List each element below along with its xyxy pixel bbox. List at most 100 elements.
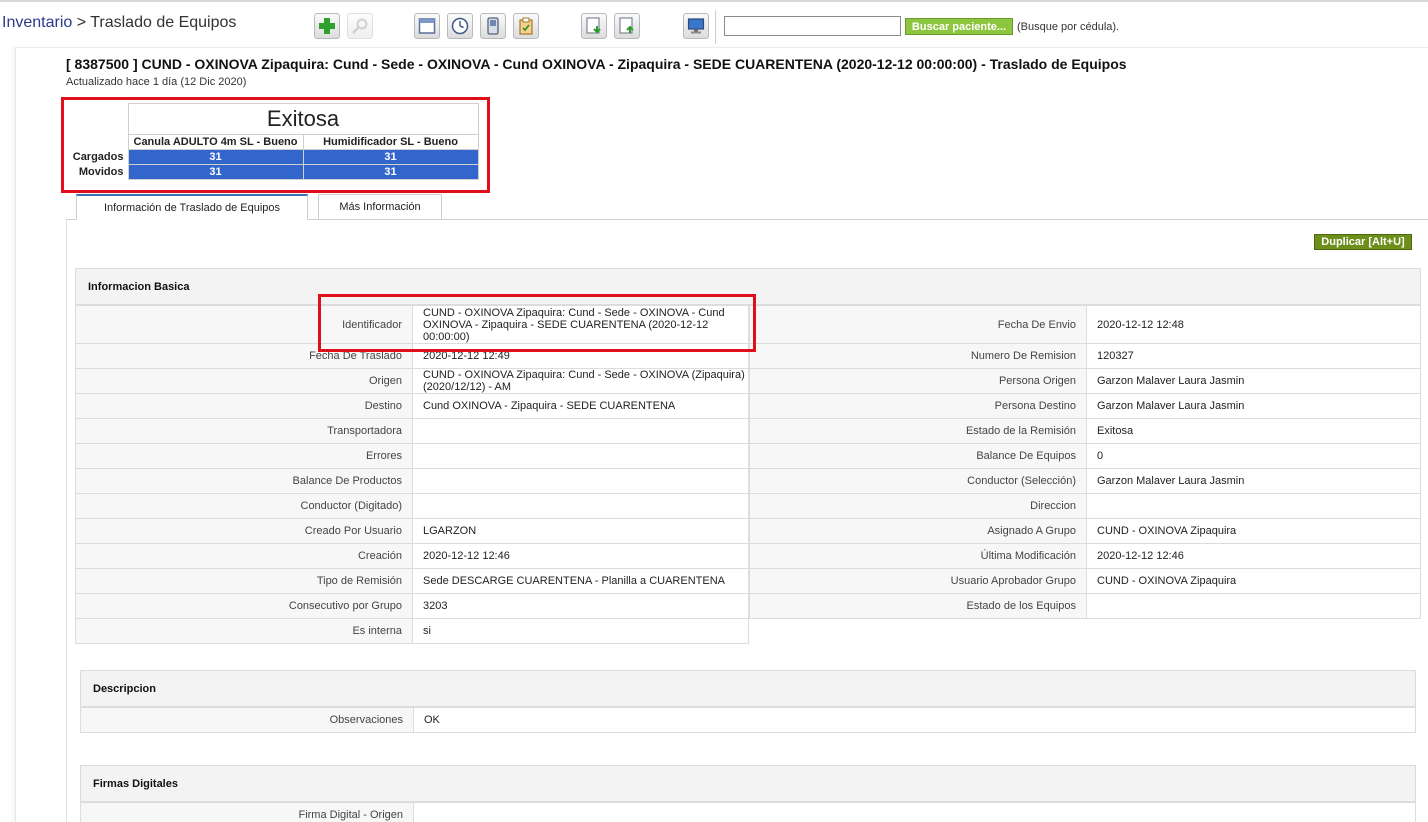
field-row: Balance De Equipos 0 <box>749 443 1421 469</box>
field-row: Origen CUND - OXINOVA Zipaquira: Cund - S… <box>75 368 749 394</box>
field-value: 3203 <box>412 593 749 619</box>
field-row: Numero De Remision 120327 <box>749 343 1421 369</box>
field-row: Conductor (Selección) Garzon Malaver Laur… <box>749 468 1421 494</box>
toolbar-separator <box>715 10 716 44</box>
breadcrumb-current: Traslado de Equipos <box>90 14 237 31</box>
mobile-icon <box>487 17 499 35</box>
summary-value: 31 <box>302 164 479 180</box>
summary-column-header: Humidificador SL - Bueno <box>302 134 479 150</box>
field-value <box>1086 593 1421 619</box>
summary-status: Exitosa <box>127 103 479 135</box>
field-value: Exitosa <box>1086 418 1421 444</box>
field-value: Garzon Malaver Laura Jasmin <box>1086 468 1421 494</box>
history-button[interactable] <box>447 13 473 39</box>
field-row: Observaciones OK <box>80 707 1416 733</box>
field-row: Identificador CUND - OXINOVA Zipaquira: … <box>75 305 749 344</box>
add-button[interactable] <box>314 13 340 39</box>
field-label: Consecutivo por Grupo <box>75 593 413 619</box>
last-updated: Actualizado hace 1 día (12 Dic 2020) <box>66 76 247 88</box>
field-label: Creado Por Usuario <box>75 518 413 544</box>
search-icon <box>352 18 368 34</box>
field-row: Es interna si <box>75 618 749 644</box>
field-value: CUND - OXINOVA Zipaquira: Cund - Sede - … <box>412 305 749 344</box>
field-row: Tipo de Remisión Sede DESCARGE CUARENTENA… <box>75 568 749 594</box>
page-title: [ 8387500 ] CUND - OXINOVA Zipaquira: Cu… <box>66 56 1127 72</box>
window-icon <box>418 18 436 34</box>
field-row: Creado Por Usuario LGARZON <box>75 518 749 544</box>
field-value: 120327 <box>1086 343 1421 369</box>
top-bar: Inventario > Traslado de Equipos Buscar … <box>0 0 1428 46</box>
field-value: LGARZON <box>412 518 749 544</box>
upload-document-icon <box>619 17 634 34</box>
field-row: Usuario Aprobador Grupo CUND - OXINOVA Zi… <box>749 568 1421 594</box>
summary-row-label: Cargados <box>72 151 124 163</box>
summary-value: 31 <box>127 164 304 180</box>
duplicate-button[interactable]: Duplicar [Alt+U] <box>1314 234 1412 250</box>
field-value: 2020-12-12 12:46 <box>412 543 749 569</box>
field-row: Persona Origen Garzon Malaver Laura Jasmi… <box>749 368 1421 394</box>
window-button[interactable] <box>414 13 440 39</box>
clock-icon <box>451 17 469 35</box>
field-value: Sede DESCARGE CUARENTENA - Planilla a CU… <box>412 568 749 594</box>
summary-column-header: Canula ADULTO 4m SL - Bueno <box>127 134 304 150</box>
field-label: Observaciones <box>80 707 414 733</box>
field-row: Consecutivo por Grupo 3203 <box>75 593 749 619</box>
field-value: Garzon Malaver Laura Jasmin <box>1086 368 1421 394</box>
tab-mas-informacion[interactable]: Más Información <box>318 194 442 220</box>
mobile-button[interactable] <box>480 13 506 39</box>
download-document-icon <box>586 17 601 34</box>
field-value: Cund OXINOVA - Zipaquira - SEDE CUARENTE… <box>412 393 749 419</box>
description-table: Observaciones OK <box>80 707 1416 733</box>
section-header-basic: Informacion Basica <box>75 268 1421 305</box>
field-value: CUND - OXINOVA Zipaquira <box>1086 518 1421 544</box>
monitor-icon <box>687 18 705 34</box>
field-row: Asignado A Grupo CUND - OXINOVA Zipaquira <box>749 518 1421 544</box>
field-label: Transportadora <box>75 418 413 444</box>
field-label: Asignado A Grupo <box>749 518 1087 544</box>
summary-row-label: Movidos <box>78 166 124 178</box>
field-label: Persona Origen <box>749 368 1087 394</box>
clipboard-button[interactable] <box>513 13 539 39</box>
field-label: Numero De Remision <box>749 343 1087 369</box>
field-value: 2020-12-12 12:46 <box>1086 543 1421 569</box>
clipboard-icon <box>519 17 533 35</box>
field-label: Origen <box>75 368 413 394</box>
field-value <box>1086 493 1421 519</box>
field-label: Usuario Aprobador Grupo <box>749 568 1087 594</box>
search-hint: (Busque por cédula). <box>1017 21 1120 33</box>
basic-info-left-table: Identificador CUND - OXINOVA Zipaquira: … <box>75 305 749 644</box>
field-value: CUND - OXINOVA Zipaquira: Cund - Sede - … <box>412 368 749 394</box>
field-value: 2020-12-12 12:48 <box>1086 305 1421 344</box>
upload-document-button[interactable] <box>614 13 640 39</box>
field-value: 2020-12-12 12:49 <box>412 343 749 369</box>
monitor-button[interactable] <box>683 13 709 39</box>
field-label: Errores <box>75 443 413 469</box>
download-document-button[interactable] <box>581 13 607 39</box>
breadcrumb: Inventario > Traslado de Equipos <box>2 14 236 32</box>
field-row: Última Modificación 2020-12-12 12:46 <box>749 543 1421 569</box>
summary-corner <box>66 135 128 150</box>
field-label: Estado de la Remisión <box>749 418 1087 444</box>
tab-informacion-traslado[interactable]: Información de Traslado de Equipos <box>76 194 308 220</box>
patient-search-input[interactable] <box>724 16 901 36</box>
field-label: Persona Destino <box>749 393 1087 419</box>
field-label: Conductor (Digitado) <box>75 493 413 519</box>
field-row: Direccion <box>749 493 1421 519</box>
field-value: Garzon Malaver Laura Jasmin <box>1086 393 1421 419</box>
field-row: Fecha De Traslado 2020-12-12 12:49 <box>75 343 749 369</box>
field-value <box>413 802 1416 822</box>
field-row: Estado de la Remisión Exitosa <box>749 418 1421 444</box>
field-value <box>412 443 749 469</box>
field-row: Balance De Productos <box>75 468 749 494</box>
search-button[interactable] <box>347 13 373 39</box>
field-row: Destino Cund OXINOVA - Zipaquira - SEDE C… <box>75 393 749 419</box>
field-label: Balance De Equipos <box>749 443 1087 469</box>
field-label: Es interna <box>75 618 413 644</box>
field-row: Persona Destino Garzon Malaver Laura Jasm… <box>749 393 1421 419</box>
field-value: 0 <box>1086 443 1421 469</box>
breadcrumb-inventario-link[interactable]: Inventario <box>2 14 72 31</box>
search-patient-button[interactable]: Buscar paciente... <box>905 18 1013 35</box>
section-header-description: Descripcion <box>80 670 1416 707</box>
field-label: Balance De Productos <box>75 468 413 494</box>
breadcrumb-separator: > <box>76 14 87 31</box>
